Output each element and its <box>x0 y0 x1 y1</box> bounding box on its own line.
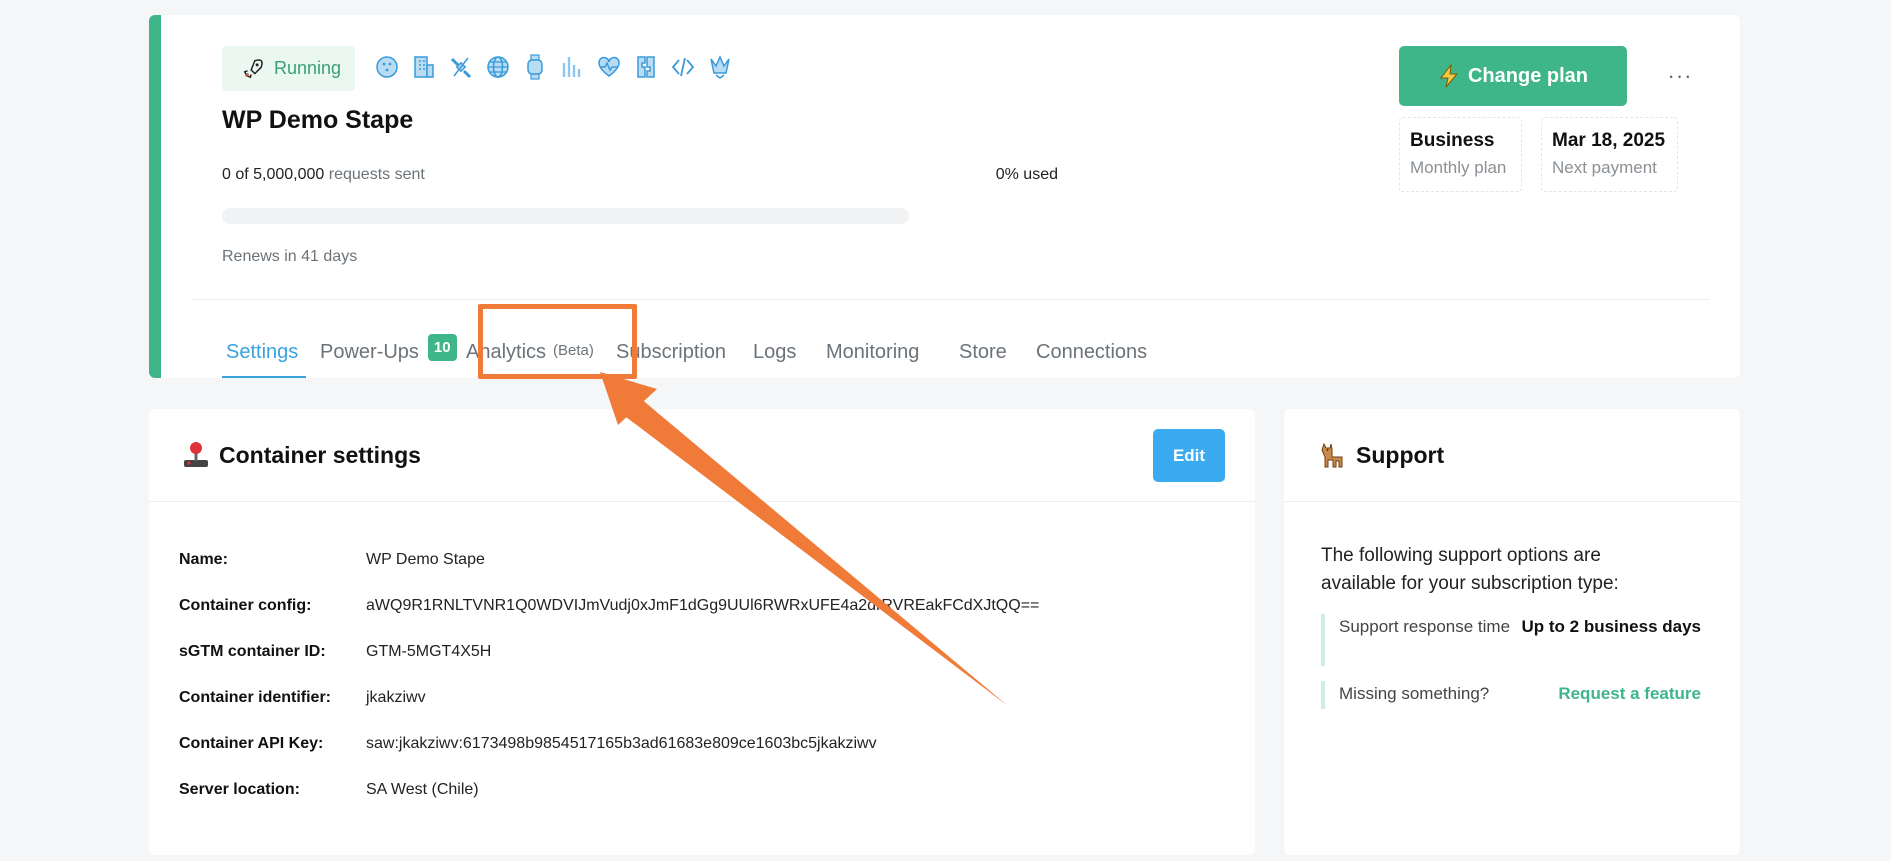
support-card: Support The following support options ar… <box>1284 409 1740 855</box>
row-label: Container identifier: <box>179 689 332 706</box>
building-icon[interactable] <box>412 53 436 81</box>
card-title: Container settings <box>219 441 421 468</box>
tab-power-ups[interactable]: Power-Ups 10 <box>306 317 457 378</box>
row-label: Server location: <box>179 781 300 798</box>
more-options-icon[interactable]: ··· <box>1663 61 1697 91</box>
puzzle-icon[interactable] <box>634 53 658 81</box>
container-settings-card: Container settings Edit Name: WP Demo Sta… <box>149 409 1255 855</box>
usage-percent: 0% used <box>995 166 1058 183</box>
tab-logs[interactable]: Logs <box>753 317 826 378</box>
row-value: GTM-5MGT4X5H <box>366 643 492 660</box>
divider <box>192 299 1710 300</box>
watch-icon[interactable] <box>523 53 547 81</box>
card-header: Container settings Edit <box>149 409 1255 502</box>
row-label: Name: <box>179 551 228 568</box>
tab-label: Power-Ups <box>320 341 419 363</box>
satellite-icon[interactable] <box>449 53 473 81</box>
plan-period: Monthly plan <box>1410 158 1507 177</box>
requests-suffix: requests sent <box>328 166 425 183</box>
change-plan-label: Change plan <box>1467 64 1588 87</box>
next-payment-label: Next payment <box>1552 158 1657 177</box>
requests-sent: 0 of 5,000,000 requests sent <box>222 166 425 184</box>
container-overview-card: Running WP Demo Stape 0 of 5,000,000 req… <box>149 15 1740 378</box>
support-row-label: Missing something? <box>1339 684 1490 703</box>
crown-icon[interactable] <box>708 53 732 81</box>
change-plan-button[interactable]: Change plan <box>1399 46 1627 106</box>
row-value: WP Demo Stape <box>366 551 485 568</box>
settings-list: Name: WP Demo Stape Container config: aWQ9… <box>179 551 1039 827</box>
settings-row: Server location: SA West (Chile) <box>179 781 1039 827</box>
row-value: saw:jkakziwv:6173498b9854517165b3ad61683… <box>366 735 877 752</box>
row-value: aWQ9R1RNLTVNR1Q0WDVIJmVudj0xJmF1dGg9UUl6… <box>366 597 1040 614</box>
request-feature-link[interactable]: Request a feature <box>1519 681 1701 709</box>
card-header: Support <box>1284 409 1740 502</box>
rocket-icon <box>243 58 263 78</box>
tab-connections[interactable]: Connections <box>1036 317 1156 378</box>
support-row-label: Support response time <box>1339 617 1511 636</box>
card-title: Support <box>1356 441 1445 468</box>
container-name: WP Demo Stape <box>222 106 414 134</box>
support-row: Missing something? Request a feature <box>1321 681 1701 709</box>
lightning-icon <box>1439 64 1459 88</box>
card-accent-bar <box>149 15 161 378</box>
requests-count: 0 of 5,000,000 <box>222 166 325 183</box>
tab-label: Connections <box>1036 341 1148 363</box>
heart-pulse-icon[interactable] <box>597 53 621 81</box>
status-badge: Running <box>222 46 355 91</box>
code-icon[interactable] <box>671 53 695 81</box>
tab-label: Settings <box>226 341 299 363</box>
power-ups-icons <box>375 53 732 81</box>
signal-bars-icon[interactable] <box>560 53 584 81</box>
edit-button[interactable]: Edit <box>1153 429 1225 482</box>
next-payment-date: Mar 18, 2025 <box>1552 130 1666 151</box>
usage-progress-bar <box>222 208 909 224</box>
tab-store[interactable]: Store <box>959 317 1036 378</box>
world-icon[interactable] <box>486 53 510 81</box>
next-payment-info: Mar 18, 2025 Next payment <box>1541 117 1678 192</box>
row-label: Container config: <box>179 597 312 614</box>
settings-row: sGTM container ID: GTM-5MGT4X5H <box>179 643 1039 689</box>
renews-text: Renews in 41 days <box>222 248 358 265</box>
plan-name: Business <box>1410 130 1495 151</box>
tab-label: Monitoring <box>826 341 920 363</box>
annotation-highlight-box <box>478 304 637 379</box>
globe-dots-icon[interactable] <box>375 53 399 81</box>
support-row-value: Up to 2 business days <box>1521 617 1702 636</box>
plan-info: Business Monthly plan <box>1399 117 1522 192</box>
tab-label: Store <box>959 341 1007 363</box>
row-label: sGTM container ID: <box>179 643 326 660</box>
settings-row: Container API Key: saw:jkakziwv:6173498b9… <box>179 735 1039 781</box>
llama-icon <box>1321 442 1343 468</box>
row-value: jkakziwv <box>366 689 426 706</box>
power-ups-count-badge: 10 <box>427 334 457 361</box>
row-label: Container API Key: <box>179 735 324 752</box>
support-row: Support response time Up to 2 business d… <box>1321 614 1701 666</box>
tab-bar: Settings Power-Ups 10 Analytics (Beta) Sub… <box>222 317 1156 378</box>
tab-label: Logs <box>753 341 797 363</box>
tab-monitoring[interactable]: Monitoring <box>826 317 959 378</box>
row-value: SA West (Chile) <box>366 781 479 798</box>
settings-row: Container config: aWQ9R1RNLTVNR1Q0WDVIJmV… <box>179 597 1039 643</box>
settings-row: Container identifier: jkakziwv <box>179 689 1039 735</box>
status-label: Running <box>274 58 342 78</box>
settings-row: Name: WP Demo Stape <box>179 551 1039 597</box>
tab-settings[interactable]: Settings <box>222 317 306 378</box>
joystick-icon <box>184 442 208 467</box>
support-intro: The following support options are availa… <box>1321 545 1619 594</box>
